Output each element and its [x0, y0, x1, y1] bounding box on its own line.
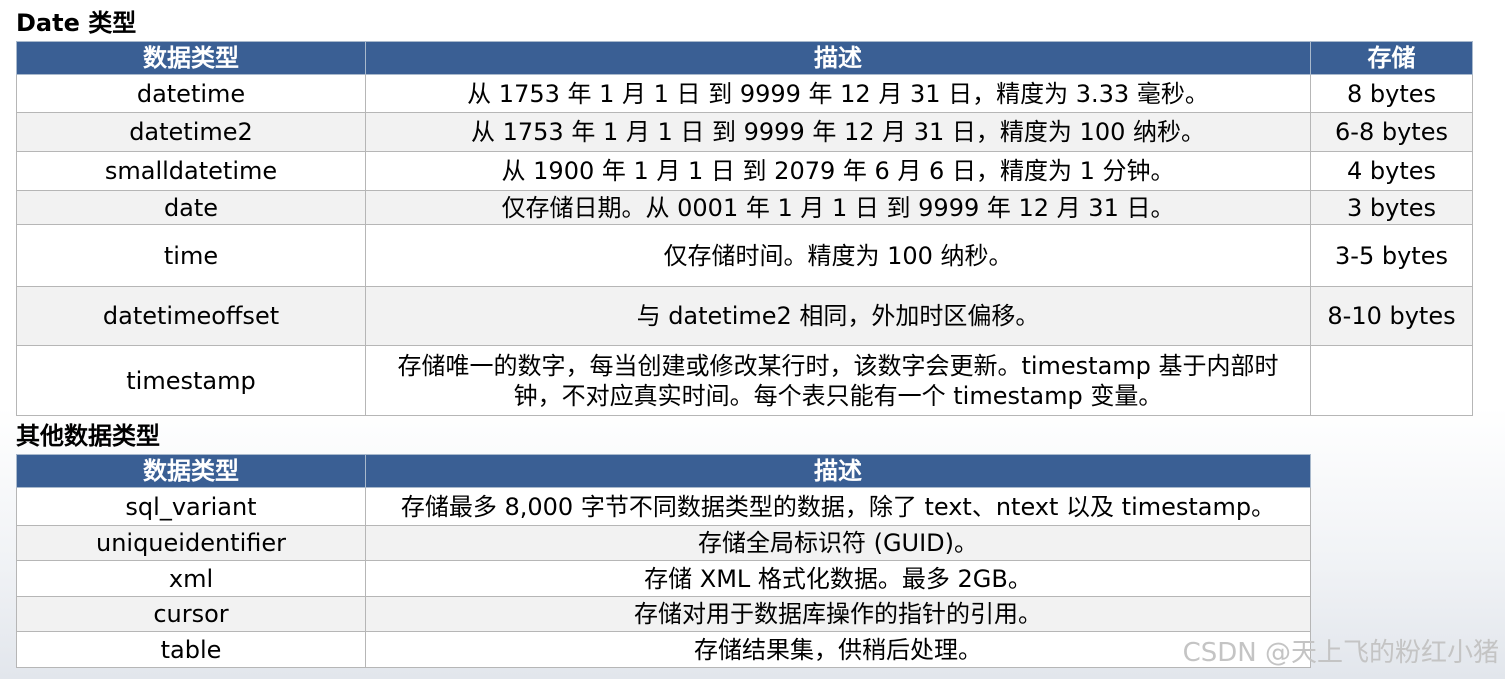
storage-cell: 3 bytes	[1310, 190, 1473, 225]
column-header-type: 数据类型	[16, 454, 366, 488]
section-title-date-types: Date 类型	[16, 9, 137, 37]
storage-cell: 3-5 bytes	[1310, 224, 1473, 287]
table-row: cursor 存储对用于数据库操作的指针的引用。	[16, 596, 1311, 632]
description-cell: 仅存储时间。精度为 100 纳秒。	[365, 224, 1311, 287]
column-header-type: 数据类型	[16, 41, 366, 75]
description-cell: 从 1753 年 1 月 1 日 到 9999 年 12 月 31 日，精度为 …	[365, 74, 1311, 113]
description-cell: 与 datetime2 相同，外加时区偏移。	[365, 286, 1311, 346]
table-row: time 仅存储时间。精度为 100 纳秒。 3-5 bytes	[16, 224, 1473, 287]
storage-cell: 8 bytes	[1310, 74, 1473, 113]
storage-cell: 6-8 bytes	[1310, 112, 1473, 152]
type-cell: date	[16, 190, 366, 225]
type-cell: datetime2	[16, 112, 366, 152]
storage-cell: 8-10 bytes	[1310, 286, 1473, 346]
type-cell: xml	[16, 560, 366, 597]
description-cell: 存储最多 8,000 字节不同数据类型的数据，除了 text、ntext 以及 …	[365, 487, 1311, 526]
description-cell: 存储唯一的数字，每当创建或修改某行时，该数字会更新。timestamp 基于内部…	[365, 345, 1311, 416]
table-row: smalldatetime 从 1900 年 1 月 1 日 到 2079 年 …	[16, 151, 1473, 191]
type-cell: sql_variant	[16, 487, 366, 526]
description-cell: 存储对用于数据库操作的指针的引用。	[365, 596, 1311, 632]
column-header-description: 描述	[365, 41, 1311, 75]
table-row: sql_variant 存储最多 8,000 字节不同数据类型的数据，除了 te…	[16, 487, 1311, 526]
column-header-storage: 存储	[1310, 41, 1473, 75]
type-cell: datetimeoffset	[16, 286, 366, 346]
type-cell: time	[16, 224, 366, 287]
description-cell: 存储结果集，供稍后处理。	[365, 631, 1311, 668]
table-row: datetimeoffset 与 datetime2 相同，外加时区偏移。 8-…	[16, 286, 1473, 346]
type-cell: cursor	[16, 596, 366, 632]
table-row: datetime2 从 1753 年 1 月 1 日 到 9999 年 12 月…	[16, 112, 1473, 152]
table-row: date 仅存储日期。从 0001 年 1 月 1 日 到 9999 年 12 …	[16, 190, 1473, 225]
table-row: uniqueidentifier 存储全局标识符 (GUID)。	[16, 525, 1311, 561]
type-cell: table	[16, 631, 366, 668]
table-row: timestamp 存储唯一的数字，每当创建或修改某行时，该数字会更新。time…	[16, 345, 1473, 416]
column-header-description: 描述	[365, 454, 1311, 488]
description-cell: 从 1753 年 1 月 1 日 到 9999 年 12 月 31 日，精度为 …	[365, 112, 1311, 152]
csdn-watermark: CSDN @天上飞的粉红小猪	[1182, 638, 1499, 668]
description-cell: 存储 XML 格式化数据。最多 2GB。	[365, 560, 1311, 597]
section-title-other-types: 其他数据类型	[16, 422, 160, 450]
table-row: table 存储结果集，供稍后处理。	[16, 631, 1311, 668]
date-types-table: 数据类型 描述 存储 datetime 从 1753 年 1 月 1 日 到 9…	[16, 41, 1473, 416]
table-row: xml 存储 XML 格式化数据。最多 2GB。	[16, 560, 1311, 597]
description-cell: 从 1900 年 1 月 1 日 到 2079 年 6 月 6 日，精度为 1 …	[365, 151, 1311, 191]
table-row: datetime 从 1753 年 1 月 1 日 到 9999 年 12 月 …	[16, 74, 1473, 113]
type-cell: datetime	[16, 74, 366, 113]
type-cell: smalldatetime	[16, 151, 366, 191]
type-cell: timestamp	[16, 345, 366, 416]
table-header-row: 数据类型 描述	[16, 454, 1311, 488]
description-cell: 存储全局标识符 (GUID)。	[365, 525, 1311, 561]
description-cell: 仅存储日期。从 0001 年 1 月 1 日 到 9999 年 12 月 31 …	[365, 190, 1311, 225]
storage-cell: 4 bytes	[1310, 151, 1473, 191]
table-header-row: 数据类型 描述 存储	[16, 41, 1473, 75]
storage-cell	[1310, 345, 1473, 416]
type-cell: uniqueidentifier	[16, 525, 366, 561]
other-types-table: 数据类型 描述 sql_variant 存储最多 8,000 字节不同数据类型的…	[16, 454, 1311, 668]
